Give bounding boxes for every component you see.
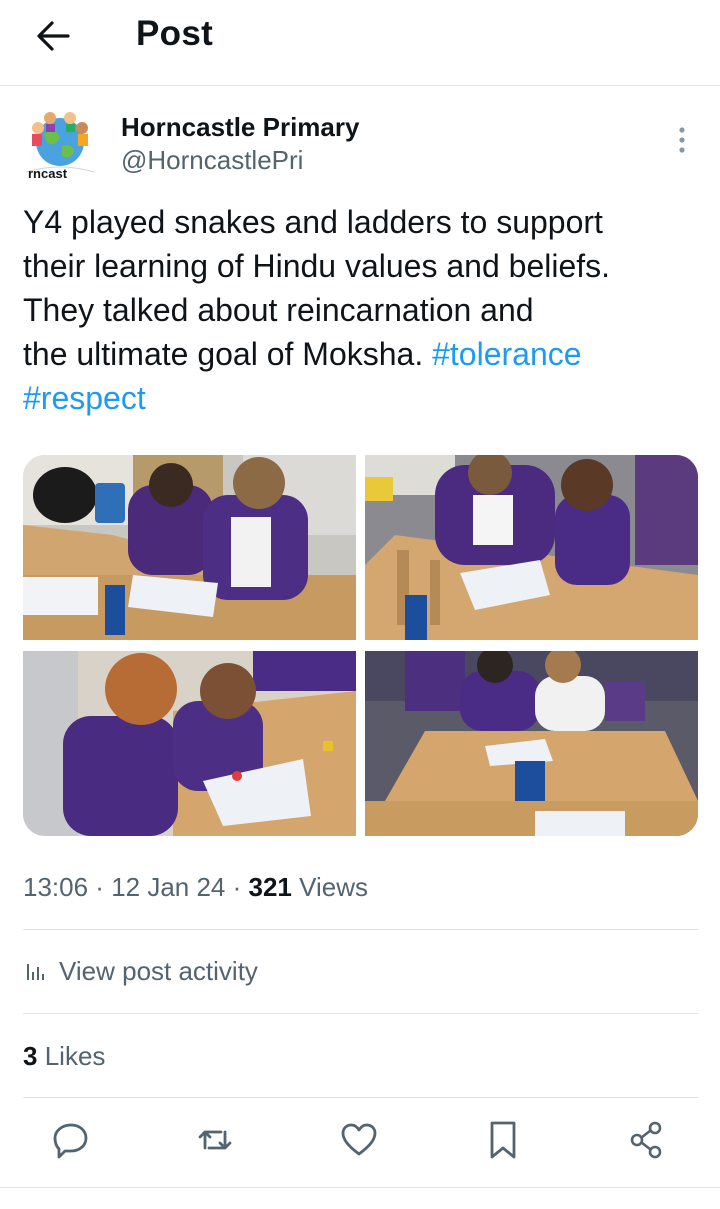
views-count: 321 (248, 872, 292, 902)
avatar[interactable]: rncast (22, 108, 98, 184)
activity-label: View post activity (59, 956, 258, 986)
tweet-line: #respect (23, 376, 703, 420)
tweet-line: They talked about reincarnation and (23, 292, 534, 328)
hashtag-respect[interactable]: #respect (23, 380, 146, 416)
tweet-text: Y4 played snakes and ladders to support … (23, 200, 703, 420)
hashtag-tolerance[interactable]: #tolerance (432, 336, 581, 372)
bookmark-icon (490, 1121, 516, 1159)
photo-4[interactable] (365, 651, 698, 836)
reply-icon (53, 1123, 88, 1159)
post-time: 13:06 (23, 872, 89, 902)
divider (23, 1097, 698, 1098)
heart-icon (341, 1123, 377, 1156)
divider (23, 1013, 698, 1014)
likes-count: 3 (23, 1041, 38, 1071)
more-options-button[interactable] (670, 124, 694, 156)
meta-separator: · (225, 872, 249, 902)
tweet-line-text: the ultimate goal of Moksha. (23, 336, 424, 372)
repost-button[interactable] (195, 1118, 235, 1162)
tweet-line: the ultimate goal of Moksha. #tolerance (23, 332, 703, 376)
post-meta: 13:06 · 12 Jan 24 · 321 Views (23, 872, 368, 903)
post-date: 12 Jan 24 (111, 872, 226, 902)
bookmark-button[interactable] (483, 1118, 523, 1162)
photo-3[interactable] (23, 651, 356, 836)
photo-2[interactable] (365, 455, 698, 640)
meta-separator: · (88, 872, 112, 902)
avatar-text: rncast (28, 166, 68, 181)
tweet-line: Y4 played snakes and ladders to support (23, 204, 603, 240)
views-label: Views (299, 872, 369, 902)
author-handle[interactable]: @HorncastlePri (121, 145, 303, 176)
likes-link[interactable]: 3 Likes (23, 1041, 105, 1072)
media-grid (23, 455, 698, 836)
share-icon (630, 1121, 662, 1159)
repost-icon (198, 1130, 232, 1150)
action-bar (0, 1118, 720, 1168)
tweet-line: their learning of Hindu values and belie… (23, 248, 611, 284)
reply-button[interactable] (51, 1118, 91, 1162)
divider (23, 929, 698, 930)
more-vertical-icon (679, 127, 685, 153)
likes-label: Likes (44, 1041, 106, 1071)
author-name[interactable]: Horncastle Primary (121, 112, 359, 143)
analytics-icon (27, 963, 44, 980)
top-bar: Post (0, 0, 720, 86)
page-title: Post (136, 14, 214, 53)
photo-1[interactable] (23, 455, 356, 640)
share-button[interactable] (627, 1118, 667, 1162)
arrow-left-icon (37, 21, 70, 51)
divider (0, 1187, 720, 1188)
back-button[interactable] (34, 18, 74, 54)
like-button[interactable] (339, 1118, 379, 1162)
view-post-activity-button[interactable]: View post activity (23, 956, 258, 987)
